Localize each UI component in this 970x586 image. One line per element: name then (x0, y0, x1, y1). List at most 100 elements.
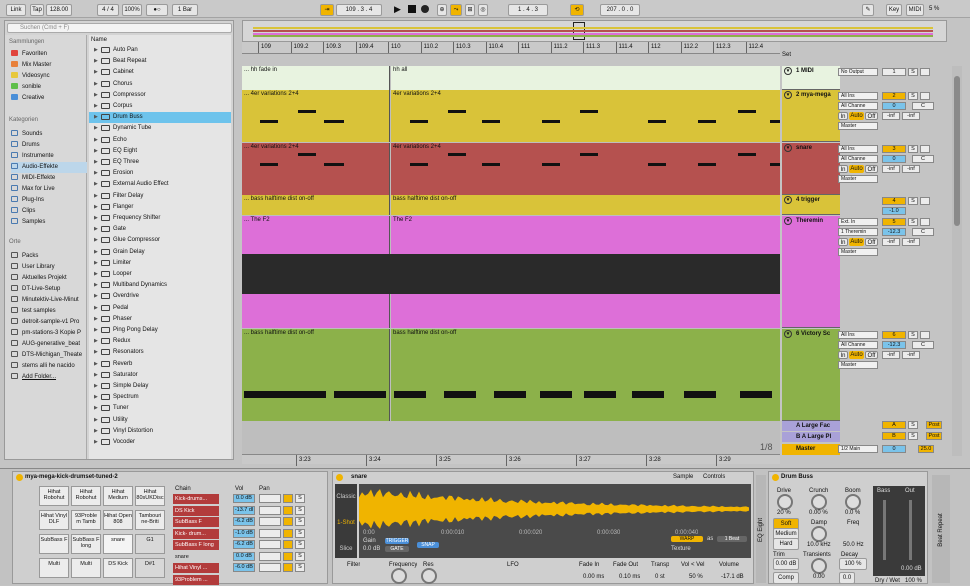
device-list-item[interactable]: ▶ Spectrum (89, 392, 231, 403)
transients-value[interactable]: 0.00 (813, 572, 825, 582)
send-a-field[interactable]: -inf (882, 238, 900, 246)
arrangement-clip[interactable]: ... 4er variations 2+4 (242, 143, 390, 195)
send-a-field[interactable]: -inf (882, 165, 900, 173)
comp-button[interactable]: Comp (773, 572, 799, 584)
midi-note[interactable] (698, 163, 716, 166)
output-select[interactable]: Master (838, 122, 878, 130)
arrangement-clip[interactable]: ... bass halftime dist on-off (242, 195, 390, 215)
category-item[interactable]: Samples (11, 217, 87, 228)
place-item[interactable]: AUG-generative_beat (11, 339, 87, 350)
arm-button[interactable] (920, 218, 930, 226)
device-list-item[interactable]: ▶ Beat Repeat (89, 56, 231, 67)
expand-triangle-icon[interactable]: ▶ (94, 426, 98, 437)
input-type-select[interactable]: All Ins (838, 92, 878, 100)
device-list-item[interactable]: ▶ Looper (89, 269, 231, 280)
chain-pan[interactable] (259, 551, 281, 561)
loop-toggle-icon[interactable]: ⟲ (570, 4, 584, 16)
drum-pad[interactable]: SubBass F long (71, 534, 101, 554)
category-item[interactable]: Instrumente (11, 151, 87, 162)
chain-volume[interactable]: -1.0 dB (233, 528, 255, 538)
chain-activator[interactable] (283, 563, 293, 572)
category-item[interactable]: MIDI-Effekte (11, 173, 87, 184)
midi-note[interactable] (260, 163, 278, 166)
midi-note[interactable] (298, 110, 316, 113)
device-list-item[interactable]: ▶ Redux (89, 336, 231, 347)
drum-pad[interactable]: 93Proble m Tamb (71, 510, 101, 530)
chain-pan[interactable] (259, 540, 281, 549)
category-item[interactable]: Audio-Effekte (11, 162, 87, 173)
send-b-field[interactable]: -inf (902, 238, 920, 246)
drum-pad[interactable]: Multi (71, 558, 101, 578)
collection-item[interactable]: Creative (11, 93, 87, 104)
solo-button[interactable]: S (908, 197, 918, 205)
device-list-item[interactable]: ▶ Ping Pong Delay (89, 325, 231, 336)
chain-item[interactable]: Kick- drum... (173, 528, 219, 539)
key-map-button[interactable]: Key (886, 4, 902, 16)
solo-button[interactable]: S (908, 92, 918, 100)
expand-triangle-icon[interactable]: ▶ (94, 146, 98, 157)
midi-note[interactable] (394, 391, 426, 398)
fold-icon[interactable]: ▾ (784, 144, 792, 152)
time-signature-field[interactable]: 4 / 4 (97, 4, 119, 16)
sample-tab[interactable]: Sample (673, 472, 693, 482)
expand-triangle-icon[interactable]: ▶ (94, 112, 98, 123)
place-item[interactable]: pm-stations-3 Kopie P (11, 328, 87, 339)
master-output-select[interactable]: 1/2 Main (838, 445, 878, 453)
expand-triangle-icon[interactable]: ▶ (94, 67, 98, 78)
expand-triangle-icon[interactable]: ▶ (94, 202, 98, 213)
midi-note[interactable] (448, 110, 466, 113)
expand-triangle-icon[interactable]: ▶ (94, 56, 98, 67)
loop-length-field[interactable]: 207 . 0 . 0 (600, 4, 640, 16)
boom-value[interactable]: 0.0 % (845, 508, 860, 518)
chain-item[interactable]: snare (173, 551, 219, 562)
expand-triangle-icon[interactable]: ▶ (94, 179, 98, 190)
chain-item[interactable]: Hihat Vinyl ... (173, 563, 219, 573)
metronome-button[interactable]: ●○ (146, 4, 168, 16)
arm-button[interactable] (920, 197, 930, 205)
chain-pan[interactable] (259, 494, 281, 503)
drum-pad[interactable]: Hihat Vinyl DLF (39, 510, 69, 530)
chain-activator[interactable] (283, 540, 293, 549)
expand-triangle-icon[interactable]: ▶ (94, 157, 98, 168)
midi-note[interactable] (482, 120, 500, 123)
draw-mode-icon[interactable]: ✎ (862, 4, 874, 16)
monitor-off-button[interactable]: Off (865, 165, 878, 173)
device-list-item[interactable]: ▶ Auto Pan (89, 45, 231, 56)
chain-solo[interactable]: S (295, 517, 305, 526)
monitor-off-button[interactable]: Off (865, 238, 878, 246)
place-item[interactable]: Packs (11, 251, 87, 262)
expand-triangle-icon[interactable]: ▶ (94, 45, 98, 56)
midi-note[interactable] (260, 120, 278, 123)
pan-field[interactable]: C (912, 341, 934, 349)
chain-activator[interactable] (283, 505, 293, 515)
expand-triangle-icon[interactable]: ▶ (94, 336, 98, 347)
volume-field[interactable]: 0 (882, 155, 906, 163)
fold-icon[interactable]: ▾ (784, 91, 792, 99)
time-ruler[interactable]: 3:23 3:24 3:25 3:26 3:27 3:28 3:29 (242, 454, 780, 466)
midi-note[interactable] (444, 391, 476, 398)
damp-value[interactable]: 10.0 kHz (807, 540, 831, 550)
midi-note[interactable] (770, 163, 780, 166)
collection-item[interactable]: Favoriten (11, 49, 87, 60)
chain-volume[interactable]: 0.0 dB (233, 494, 255, 503)
drum-pad[interactable]: Hihat Medium (103, 486, 133, 506)
midi-note[interactable] (540, 391, 572, 398)
expand-triangle-icon[interactable]: ▶ (94, 280, 98, 291)
controls-tab[interactable]: Controls (703, 472, 725, 482)
scrollbar-thumb[interactable] (954, 76, 960, 226)
solo-button[interactable]: S (908, 68, 918, 76)
gain-value[interactable]: 0.0 dB (363, 544, 380, 554)
device-list-item[interactable]: ▶ Grain Delay (89, 247, 231, 258)
arm-button[interactable] (920, 145, 930, 153)
device-list-item[interactable]: ▶ Vinyl Distortion (89, 426, 231, 437)
chain-solo[interactable]: S (295, 551, 305, 561)
expand-triangle-icon[interactable]: ▶ (94, 247, 98, 258)
track-header[interactable]: ▾ Theremin (782, 216, 840, 328)
zoom-field[interactable]: 100% (122, 4, 142, 16)
lfo-toggle[interactable]: LFO (507, 560, 519, 570)
midi-note[interactable] (648, 120, 666, 123)
chain-activator[interactable] (283, 551, 293, 561)
chain-pan[interactable] (259, 517, 281, 526)
chain-activator[interactable] (283, 517, 293, 526)
solo-button[interactable]: S (908, 432, 918, 440)
